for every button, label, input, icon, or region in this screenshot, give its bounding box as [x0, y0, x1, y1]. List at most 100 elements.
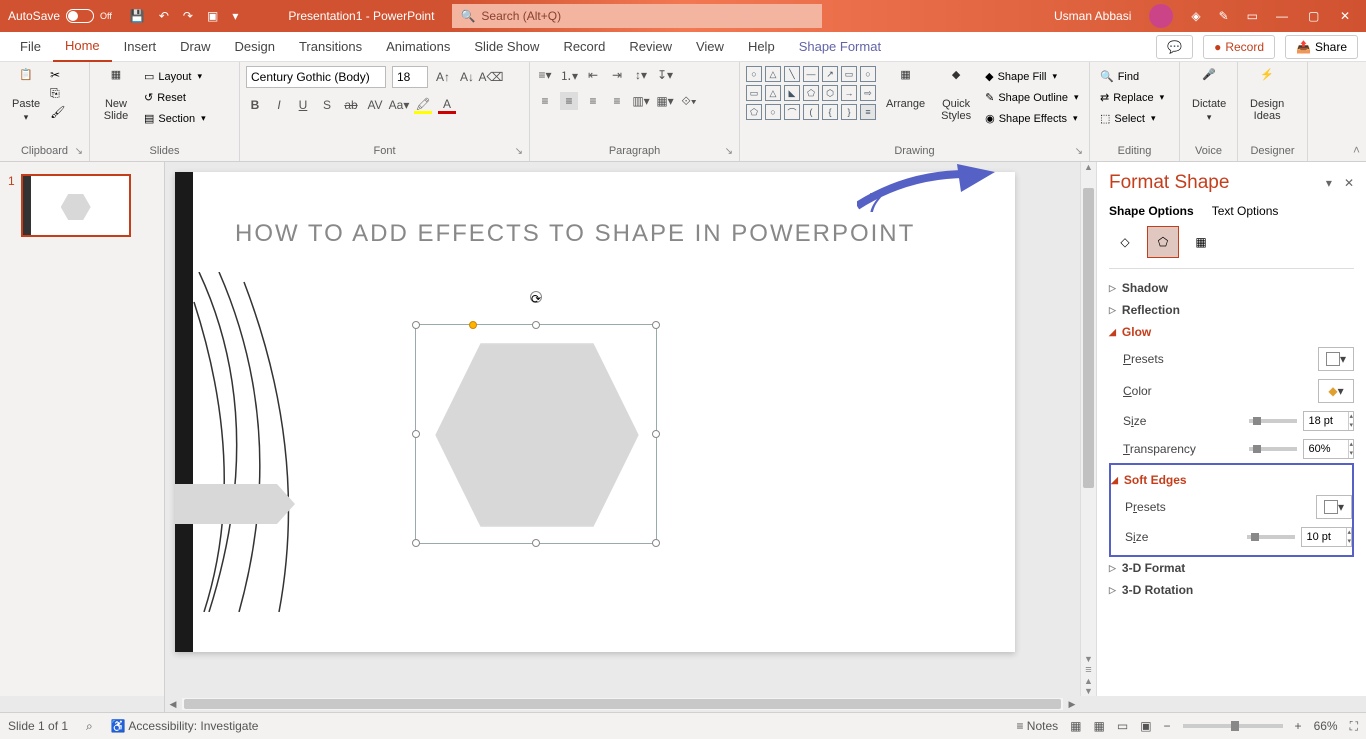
close-icon[interactable]: ✕	[1340, 9, 1354, 23]
resize-handle[interactable]	[652, 321, 660, 329]
normal-view-icon[interactable]: ▦	[1070, 719, 1081, 733]
user-name[interactable]: Usman Abbasi	[1054, 9, 1131, 23]
copy-icon[interactable]: ⎘	[50, 86, 65, 101]
slideshow-icon[interactable]: ▣	[207, 9, 218, 23]
change-case-button[interactable]: Aa▾	[390, 96, 408, 114]
horizontal-scrollbar[interactable]: ◀ ▶	[165, 696, 1080, 712]
resize-handle[interactable]	[532, 539, 540, 547]
glow-trans-input[interactable]	[1304, 440, 1348, 458]
paste-button[interactable]: 📋Paste▾	[6, 66, 46, 125]
section-3d-rotation[interactable]: 3-D Rotation	[1109, 579, 1354, 601]
comments-button[interactable]: 💬	[1156, 35, 1193, 59]
strike-button[interactable]: ab	[342, 96, 360, 114]
char-spacing-button[interactable]: AV	[366, 96, 384, 114]
selected-shape[interactable]: ⟳	[415, 324, 657, 544]
save-icon[interactable]: 💾	[130, 9, 145, 23]
resize-handle[interactable]	[412, 430, 420, 438]
layout-button[interactable]: ▭ Layout	[140, 68, 210, 85]
undo-icon[interactable]: ↶	[159, 9, 169, 23]
clear-format-icon[interactable]: A⌫	[482, 68, 500, 86]
zoom-out-icon[interactable]: −	[1164, 719, 1171, 733]
section-reflection[interactable]: Reflection	[1109, 299, 1354, 321]
qat-dropdown-icon[interactable]: ▾	[232, 9, 238, 23]
maximize-icon[interactable]: ▢	[1308, 9, 1322, 23]
tab-shape-format[interactable]: Shape Format	[787, 32, 893, 62]
cut-icon[interactable]: ✂	[50, 68, 65, 82]
decrease-indent-button[interactable]: ⇤	[584, 66, 602, 84]
text-options-tab[interactable]: Text Options	[1212, 204, 1279, 218]
autosave-toggle[interactable]: AutoSave Off	[0, 9, 120, 23]
tab-design[interactable]: Design	[223, 32, 287, 62]
scroll-right-icon[interactable]: ▶	[1064, 699, 1080, 710]
tab-transitions[interactable]: Transitions	[287, 32, 374, 62]
columns-button[interactable]: ▥▾	[632, 92, 650, 110]
increase-indent-button[interactable]: ⇥	[608, 66, 626, 84]
toggle-switch[interactable]	[66, 9, 94, 23]
align-text-button[interactable]: ▦▾	[656, 92, 674, 110]
soft-presets-button[interactable]: ▾	[1316, 495, 1352, 519]
justify-button[interactable]: ≡	[608, 92, 626, 110]
size-category-icon[interactable]: ▦	[1185, 226, 1217, 258]
section-soft-edges[interactable]: Soft Edges	[1111, 469, 1352, 491]
shape-effects-button[interactable]: ◉ Shape Effects	[981, 110, 1082, 127]
italic-button[interactable]: I	[270, 96, 288, 114]
shape-fill-button[interactable]: ◆ Shape Fill	[981, 68, 1082, 85]
fill-line-category-icon[interactable]: ◇	[1109, 226, 1141, 258]
align-center-button[interactable]: ≡	[560, 92, 578, 110]
design-ideas-button[interactable]: ⚡Design Ideas	[1244, 66, 1290, 124]
zoom-percent[interactable]: 66%	[1314, 719, 1338, 733]
reset-button[interactable]: ↺ Reset	[140, 89, 210, 106]
resize-handle[interactable]	[652, 539, 660, 547]
resize-handle[interactable]	[412, 539, 420, 547]
glow-color-button[interactable]: ◆ ▾	[1318, 379, 1354, 403]
align-right-button[interactable]: ≡	[584, 92, 602, 110]
resize-handle[interactable]	[532, 321, 540, 329]
effects-category-icon[interactable]: ⬠	[1147, 226, 1179, 258]
zoom-slider[interactable]	[1183, 724, 1283, 728]
soft-size-input[interactable]	[1302, 528, 1346, 546]
underline-button[interactable]: U	[294, 96, 312, 114]
arrange-button[interactable]: ▦Arrange	[880, 66, 931, 112]
sparkle-icon[interactable]: ✎	[1219, 9, 1229, 23]
align-left-button[interactable]: ≡	[536, 92, 554, 110]
slideshow-view-icon[interactable]: ▣	[1140, 719, 1151, 733]
clipboard-launcher[interactable]: ↘	[75, 146, 83, 157]
shape-options-tab[interactable]: Shape Options	[1109, 204, 1194, 218]
tab-record[interactable]: Record	[551, 32, 617, 62]
adjust-handle[interactable]	[469, 321, 477, 329]
decrease-font-icon[interactable]: A↓	[458, 68, 476, 86]
user-avatar[interactable]	[1149, 4, 1173, 28]
highlight-button[interactable]: 🖍	[414, 96, 432, 114]
slide-info[interactable]: Slide 1 of 1	[8, 719, 68, 733]
pane-close-icon[interactable]: ✕	[1344, 176, 1354, 190]
format-painter-icon[interactable]: 🖌	[50, 105, 65, 119]
resize-handle[interactable]	[412, 321, 420, 329]
shape-outline-button[interactable]: ✎ Shape Outline	[981, 89, 1082, 106]
soft-size-slider[interactable]	[1247, 535, 1295, 539]
shadow-button[interactable]: S	[318, 96, 336, 114]
glow-presets-button[interactable]: ▾	[1318, 347, 1354, 371]
share-button[interactable]: 📤 Share	[1285, 35, 1358, 59]
section-glow[interactable]: Glow	[1109, 321, 1354, 343]
hexagon-shape[interactable]	[424, 333, 650, 537]
tab-animations[interactable]: Animations	[374, 32, 462, 62]
numbering-button[interactable]: ⒈▾	[560, 66, 578, 84]
font-size-select[interactable]	[392, 66, 428, 88]
font-launcher[interactable]: ↘	[515, 146, 523, 157]
increase-font-icon[interactable]: A↑	[434, 68, 452, 86]
font-face-select[interactable]	[246, 66, 386, 88]
text-direction-button[interactable]: ↧▾	[656, 66, 674, 84]
tab-help[interactable]: Help	[736, 32, 787, 62]
new-slide-button[interactable]: ▦New Slide	[96, 66, 136, 124]
section-button[interactable]: ▤ Section	[140, 110, 210, 127]
glow-size-input[interactable]	[1304, 412, 1348, 430]
dictate-button[interactable]: 🎤Dictate▾	[1186, 66, 1232, 125]
select-button[interactable]: ⬚ Select	[1096, 110, 1168, 127]
smartart-button[interactable]: ⟐▾	[680, 92, 698, 110]
find-button[interactable]: 🔍 Find	[1096, 68, 1168, 85]
section-shadow[interactable]: Shadow	[1109, 277, 1354, 299]
bold-button[interactable]: B	[246, 96, 264, 114]
shapes-gallery[interactable]: ○△╲—↗▭○ ▭△◣⬠⬡→⇨ ⬠○⌒({}≡	[746, 66, 876, 120]
ribbon-display-icon[interactable]: ▭	[1247, 9, 1258, 23]
tab-insert[interactable]: Insert	[112, 32, 169, 62]
